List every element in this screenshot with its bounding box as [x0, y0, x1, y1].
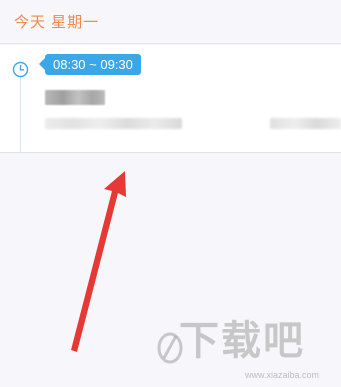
- blurred-event-title: [45, 90, 105, 105]
- watermark: 下载吧 www.xiazaiba.com: [155, 318, 341, 387]
- event-item[interactable]: 08:30 ~ 09:30: [0, 45, 341, 153]
- date-title: 今天 星期一: [14, 14, 100, 31]
- watermark-url: www.xiazaiba.com: [245, 370, 320, 380]
- clock-icon: [12, 61, 29, 78]
- timeline-line: [20, 73, 21, 152]
- date-header: 今天 星期一: [0, 0, 341, 44]
- blurred-event-details: [45, 118, 182, 129]
- watermark-brand: 下载吧: [179, 319, 305, 363]
- time-range-badge: 08:30 ~ 09:30: [39, 54, 141, 75]
- blurred-event-extra: [270, 118, 341, 129]
